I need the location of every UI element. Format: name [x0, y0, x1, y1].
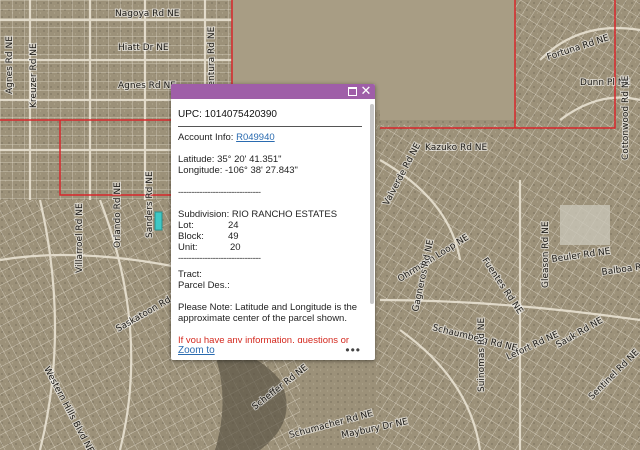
lot-value: 24	[228, 220, 239, 231]
popup-body[interactable]: UPC: 1014075420390 Account Info: R049940…	[171, 99, 369, 343]
lot-row: Lot: 24	[178, 220, 369, 231]
zoom-to-link[interactable]: Zoom to	[178, 345, 215, 356]
street-label: Agnes Rd NE	[5, 36, 15, 94]
unit-label: Unit:	[178, 242, 198, 253]
parcel-des-text: Parcel Des.:	[178, 280, 230, 291]
street-label: Ventura Rd NE	[207, 26, 217, 92]
street-label: Gleason Rd NE	[541, 221, 551, 288]
longitude-text: Longitude: -106° 38' 27.843"	[178, 165, 298, 176]
street-label: Cottonwood Rd NE	[621, 75, 631, 160]
street-label: Orlando Rd NE	[113, 182, 123, 248]
tract-text: Tract:	[178, 269, 202, 280]
lot-label: Lot:	[178, 220, 194, 231]
street-label: Nagoya Rd NE	[115, 9, 180, 19]
maximize-icon[interactable]	[346, 85, 358, 97]
popup-footer: Zoom to •••	[171, 343, 375, 360]
street-label: Villarroel Rd NE	[75, 203, 85, 273]
account-info-row: Account Info: R049940	[178, 132, 369, 143]
street-label: Kreuzer Rd NE	[29, 43, 39, 108]
latitude-text: Latitude: 35° 20' 41.351"	[178, 154, 282, 165]
popup-scrollbar[interactable]	[370, 104, 374, 304]
account-link[interactable]: R049940	[236, 132, 275, 143]
block-row: Block: 49	[178, 231, 369, 242]
street-label: Kazuko Rd NE	[425, 143, 488, 153]
more-actions-icon[interactable]: •••	[345, 343, 361, 357]
block-label: Block:	[178, 231, 204, 242]
close-icon[interactable]: ✕	[360, 84, 372, 97]
unit-value: 20	[230, 242, 241, 253]
unit-row: Unit: 20	[178, 242, 369, 253]
selected-parcel[interactable]	[154, 211, 163, 231]
block-value: 49	[228, 231, 239, 242]
street-label: Sanders Rd NE	[145, 171, 155, 238]
street-label: Suinomas Rd NE	[477, 317, 487, 392]
street-label: Hiatt Dr NE	[118, 43, 169, 53]
subdivision-text: Subdivision: RIO RANCHO ESTATES	[178, 209, 338, 220]
account-label: Account Info:	[178, 132, 234, 143]
section-divider: -------------------------------	[178, 187, 261, 198]
street-label: Agnes Rd NE	[118, 81, 176, 91]
section-divider: -------------------------------	[178, 253, 261, 264]
parcel-info-popup: ✕ UPC: 1014075420390 Account Info: R0499…	[171, 84, 375, 360]
popup-title: UPC: 1014075420390	[178, 109, 277, 120]
popup-header: ✕	[171, 84, 375, 99]
note-text: Please Note: Latitude and Longitude is t…	[178, 302, 358, 324]
info-text: If you have any information, questions o…	[178, 335, 350, 343]
gravel-lot	[560, 205, 610, 245]
